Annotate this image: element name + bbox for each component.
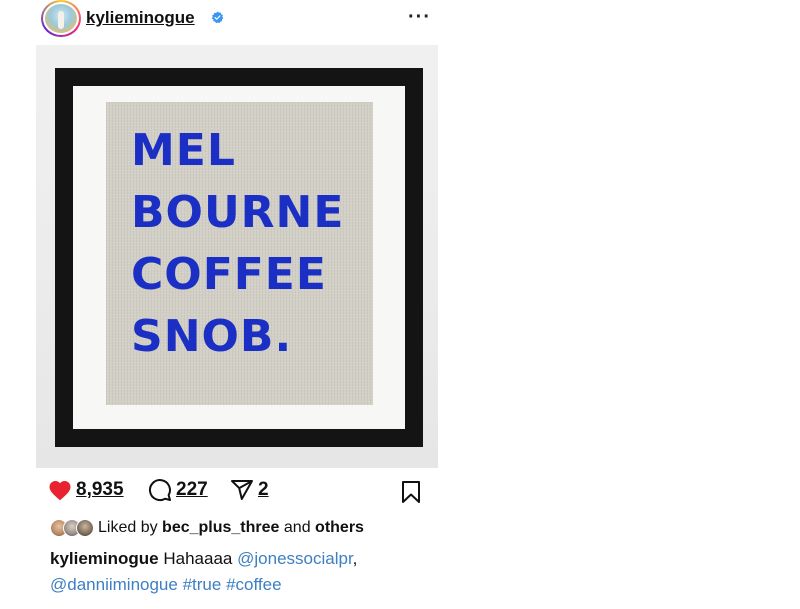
hashtag-link[interactable]: #coffee — [226, 575, 281, 594]
more-options-icon[interactable]: ··· — [408, 6, 431, 29]
liked-by-user-link[interactable]: bec_plus_three — [162, 519, 279, 537]
heart-icon — [49, 481, 71, 501]
liked-by-row: Liked by bec_plus_three and others — [50, 517, 364, 539]
artwork-text-line: COFFEE — [131, 249, 327, 300]
caption-username-link[interactable]: kylieminogue — [50, 549, 159, 568]
share-count[interactable]: 2 — [258, 479, 269, 501]
verified-badge-icon — [211, 11, 224, 24]
share-icon — [231, 480, 253, 500]
liked-by-conjunction: and — [283, 519, 311, 536]
comment-count[interactable]: 227 — [176, 479, 208, 501]
profile-avatar[interactable] — [41, 0, 81, 37]
hashtag-link[interactable]: #true — [183, 575, 222, 594]
artwork-text-line: BOURNE — [131, 187, 345, 238]
artwork-canvas: MEL BOURNE COFFEE SNOB. — [106, 102, 373, 405]
liker-avatars[interactable] — [50, 519, 94, 537]
bookmark-icon[interactable] — [400, 480, 422, 504]
frame-mat: MEL BOURNE COFFEE SNOB. — [73, 86, 405, 429]
liked-by-others-link[interactable]: others — [315, 519, 364, 537]
post-caption: kylieminogue Hahaaaa @jonessocialpr, @da… — [50, 546, 430, 598]
like-button[interactable]: 8,935 — [48, 476, 124, 504]
like-count[interactable]: 8,935 — [76, 479, 124, 501]
comment-icon — [148, 479, 171, 502]
post-actions: 8,935 227 2 — [36, 476, 438, 506]
share-button[interactable]: 2 — [230, 476, 269, 504]
caption-text: Hahaaaa — [163, 549, 233, 568]
liked-by-prefix: Liked by — [98, 519, 158, 536]
artwork-text-line: SNOB. — [131, 311, 293, 362]
picture-frame: MEL BOURNE COFFEE SNOB. — [55, 68, 423, 447]
mention-link[interactable]: @jonessocialpr — [237, 549, 353, 568]
avatar-image — [45, 4, 77, 33]
caption-separator: , — [352, 549, 358, 568]
post-image[interactable]: MEL BOURNE COFFEE SNOB. — [36, 45, 438, 468]
liker-avatar — [76, 519, 94, 537]
username-link[interactable]: kylieminogue — [86, 8, 195, 28]
post-header: kylieminogue ··· — [36, 0, 438, 40]
instagram-post: kylieminogue ··· MEL BOURNE COFFEE SNOB.… — [36, 0, 438, 609]
comment-button[interactable]: 227 — [148, 476, 208, 504]
artwork-text-line: MEL — [131, 125, 236, 176]
mention-link[interactable]: @danniiminogue — [50, 575, 178, 594]
